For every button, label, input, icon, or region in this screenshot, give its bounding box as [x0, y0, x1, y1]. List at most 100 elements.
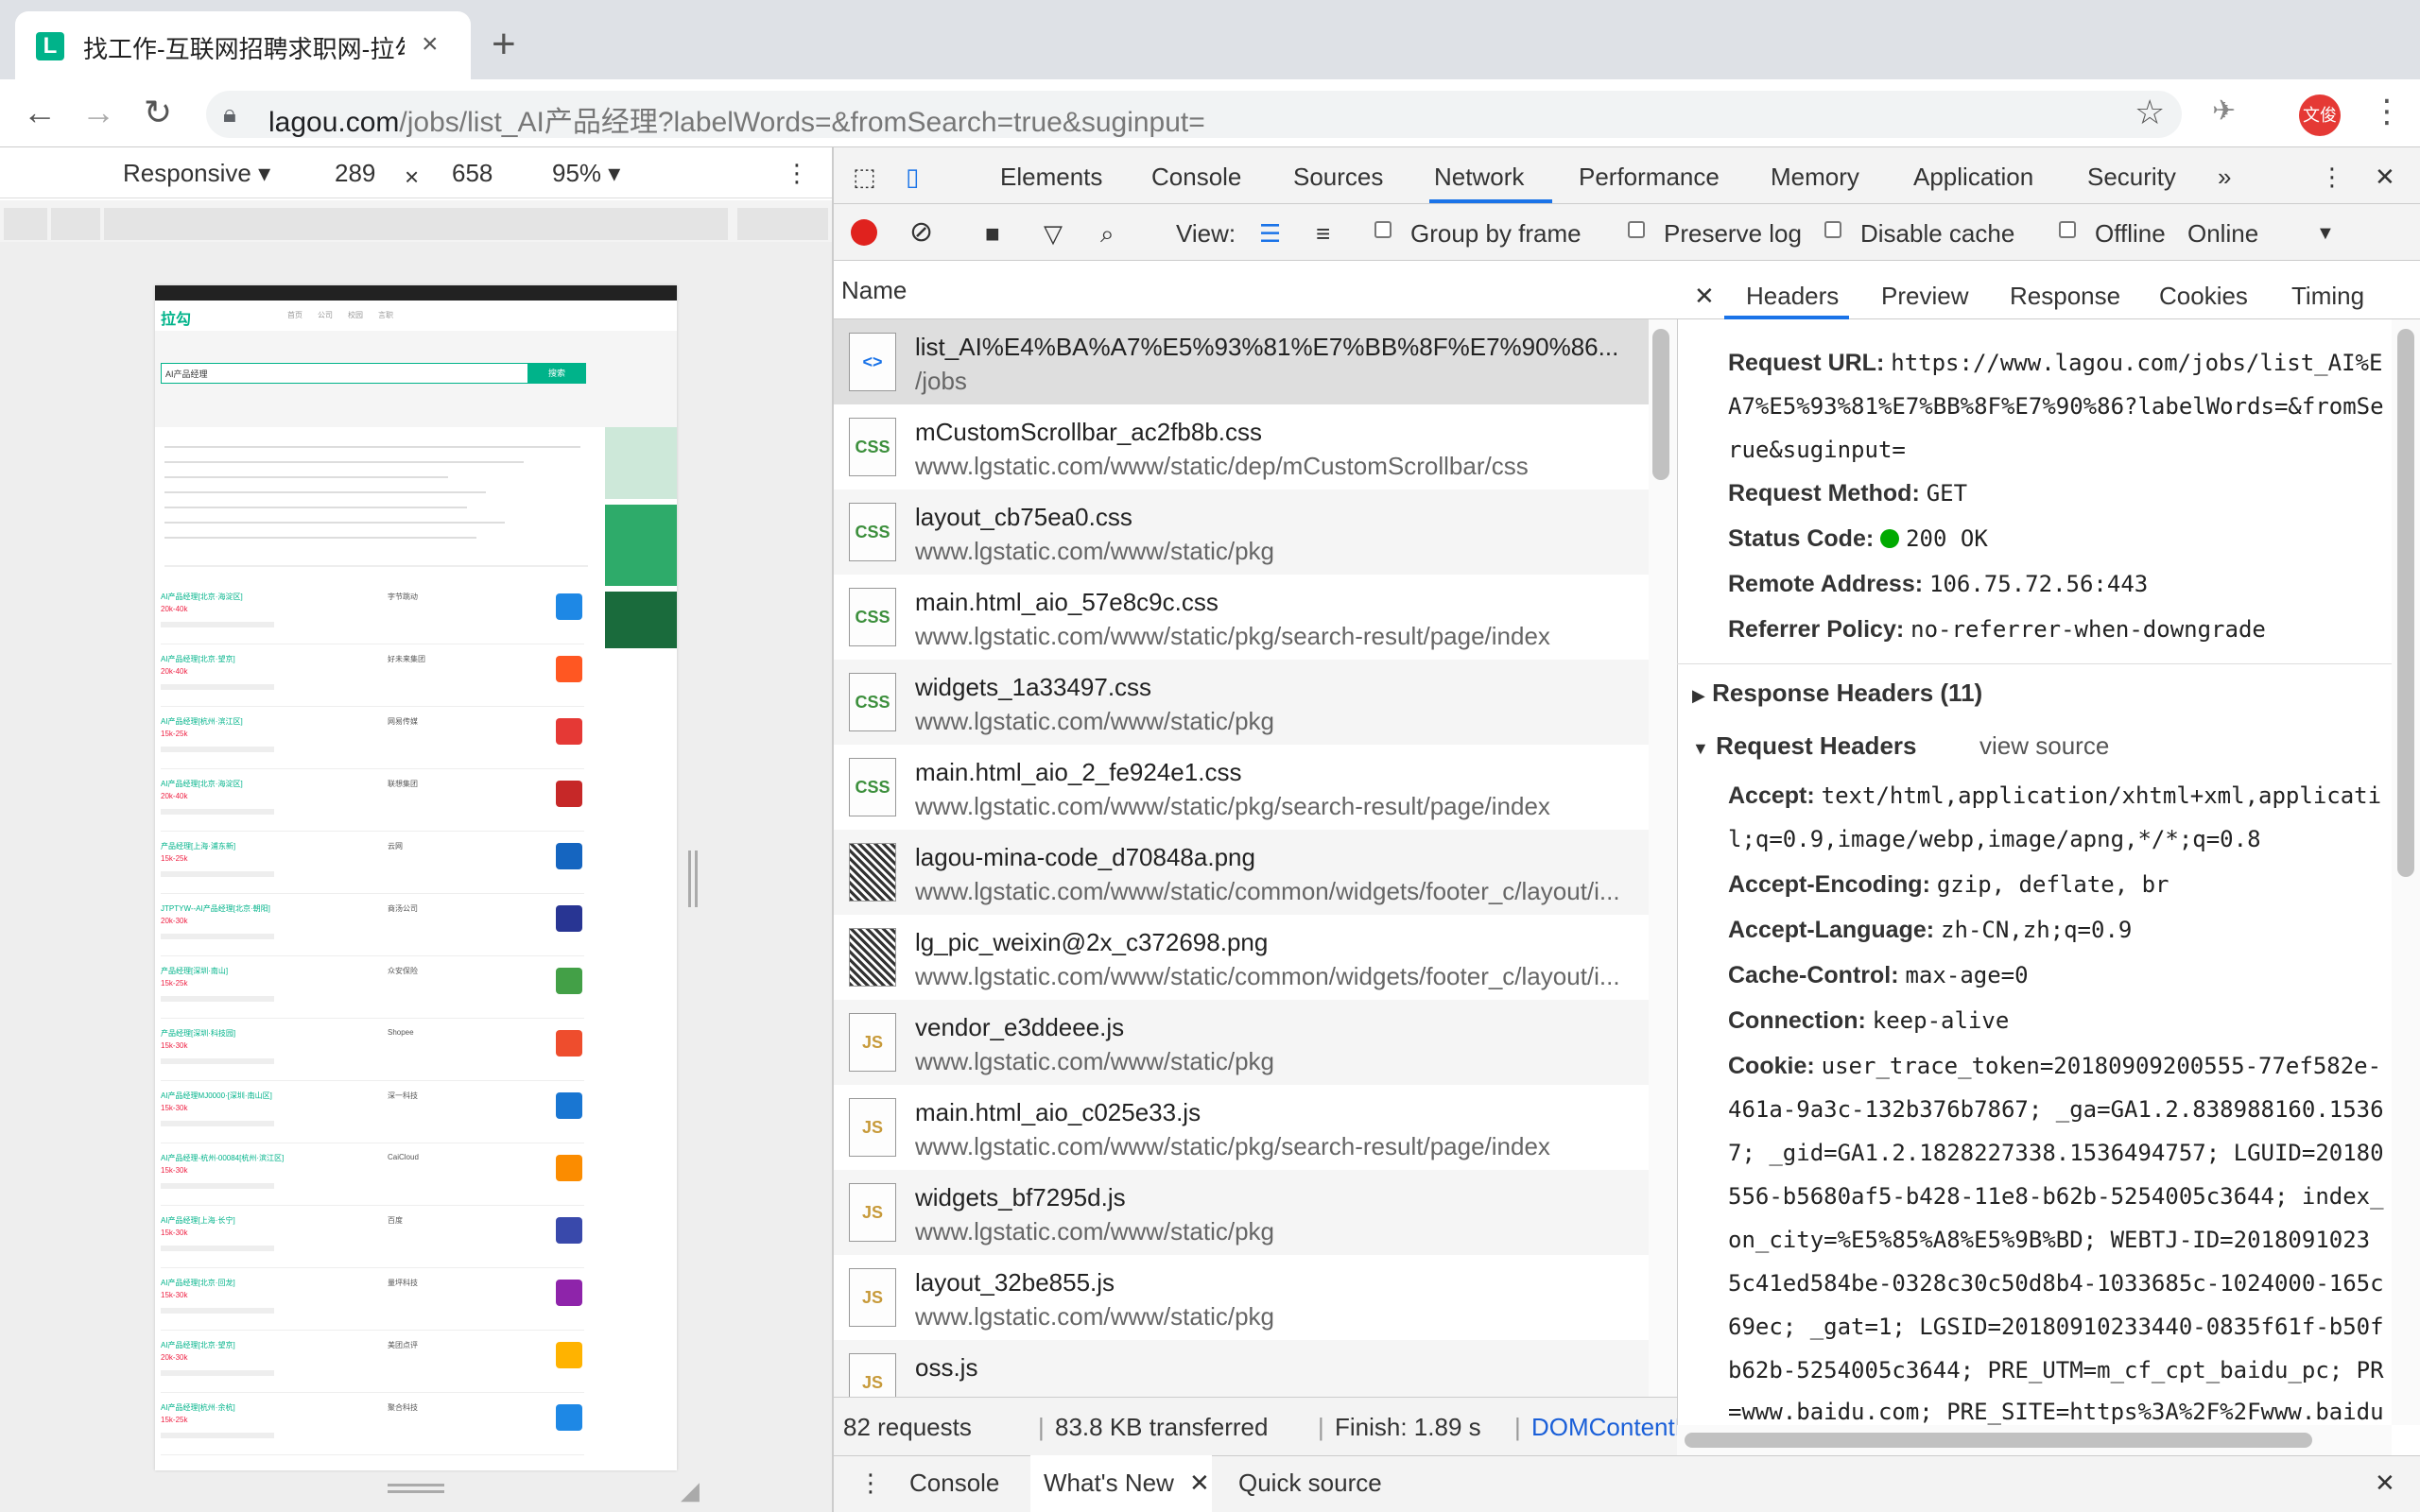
- reload-icon[interactable]: ↻: [144, 93, 172, 132]
- drawer-tab-console[interactable]: Console: [909, 1469, 999, 1498]
- device-mode-select[interactable]: Responsive ▾: [123, 159, 270, 188]
- preview-nav-item[interactable]: 公司: [318, 310, 333, 320]
- filter-row[interactable]: [164, 461, 524, 463]
- detail-horizontal-thumb[interactable]: [1685, 1433, 2312, 1448]
- preview-job-item[interactable]: AI产品经理[北京·回龙] 15k-30k 量坪科技: [161, 1272, 584, 1331]
- company-logo[interactable]: [556, 1030, 582, 1057]
- width-input[interactable]: 289: [335, 159, 375, 188]
- height-input[interactable]: 658: [452, 159, 493, 188]
- drawer-tab-quick-source[interactable]: Quick source: [1238, 1469, 1382, 1498]
- new-tab-icon[interactable]: +: [492, 21, 516, 68]
- offline-label[interactable]: Offline: [2095, 219, 2166, 249]
- lagou-logo[interactable]: 拉勾: [161, 306, 191, 329]
- request-headers-section[interactable]: ▼ Request Headers: [1692, 731, 1916, 761]
- tab-performance[interactable]: Performance: [1579, 163, 1720, 192]
- preview-ad[interactable]: [605, 505, 677, 586]
- request-row[interactable]: <> list_AI%E4%BA%A7%E5%93%81%E7%BB%8F%E7%…: [834, 319, 1649, 404]
- more-tabs-icon[interactable]: »: [2218, 163, 2231, 192]
- sort-bar[interactable]: [164, 565, 588, 567]
- preview-nav-item[interactable]: 言职: [378, 310, 393, 320]
- tab-timing[interactable]: Timing: [2291, 282, 2364, 311]
- company-logo[interactable]: [556, 905, 582, 932]
- ruler-segment[interactable]: [104, 208, 728, 240]
- ruler-segment[interactable]: [737, 208, 828, 240]
- tab-cookies[interactable]: Cookies: [2159, 282, 2248, 311]
- zoom-select[interactable]: 95% ▾: [552, 159, 620, 188]
- filter-row[interactable]: [164, 522, 505, 524]
- drawer-tab-whats-new-label[interactable]: What's New: [1044, 1469, 1174, 1498]
- tab-network[interactable]: Network: [1434, 163, 1524, 192]
- device-more-icon[interactable]: ⋮: [785, 159, 809, 188]
- preview-ad[interactable]: [605, 592, 677, 648]
- waterfall-icon[interactable]: ≡: [1316, 219, 1330, 249]
- corner-resize-icon[interactable]: ◢: [681, 1476, 700, 1505]
- tab-sources[interactable]: Sources: [1293, 163, 1383, 192]
- job-title[interactable]: AI产品经理[杭州·余杭]: [161, 1402, 235, 1413]
- job-company[interactable]: 众安保险: [388, 966, 418, 976]
- device-toggle-icon[interactable]: ▯: [906, 163, 919, 192]
- filter-icon[interactable]: ▽: [1044, 219, 1063, 249]
- request-row[interactable]: JS vendor_e3ddeee.js www.lgstatic.com/www/…: [834, 1000, 1649, 1085]
- large-rows-icon[interactable]: ☰: [1259, 219, 1281, 249]
- company-logo[interactable]: [556, 593, 582, 620]
- filter-row[interactable]: [164, 491, 486, 493]
- job-company[interactable]: 美团点评: [388, 1340, 418, 1350]
- preview-job-item[interactable]: AI产品经理[北京·海淀区] 20k-40k 字节跳动: [161, 586, 584, 644]
- url-text[interactable]: lagou.com/jobs/list_AI产品经理?labelWords=&f…: [268, 98, 1205, 140]
- preview-ad[interactable]: [605, 427, 677, 499]
- throttling-select[interactable]: Online: [2187, 219, 2258, 249]
- back-icon[interactable]: ←: [23, 93, 57, 132]
- job-title[interactable]: JTPTYW--AI产品经理[北京·朝阳]: [161, 903, 270, 914]
- tab-application[interactable]: Application: [1913, 163, 2033, 192]
- job-title[interactable]: AI产品经理[北京·望京]: [161, 1340, 235, 1350]
- company-logo[interactable]: [556, 1280, 582, 1306]
- preview-job-item[interactable]: AI产品经理-杭州-00084[杭州·滨江区] 15k-30k CaiCloud: [161, 1147, 584, 1206]
- job-company[interactable]: 商汤公司: [388, 903, 418, 914]
- job-company[interactable]: 字节跳动: [388, 592, 418, 602]
- job-title[interactable]: 产品经理[深圳·南山]: [161, 966, 228, 976]
- throttling-dropdown-icon[interactable]: ▼: [2316, 223, 2335, 245]
- preview-job-item[interactable]: JTPTYW--AI产品经理[北京·朝阳] 20k-30k 商汤公司: [161, 898, 584, 956]
- company-logo[interactable]: [556, 1404, 582, 1431]
- preview-nav-item[interactable]: 首页: [287, 310, 302, 320]
- filter-row[interactable]: [164, 476, 448, 478]
- job-title[interactable]: AI产品经理[北京·望京]: [161, 654, 235, 664]
- job-company[interactable]: 云网: [388, 841, 403, 851]
- company-logo[interactable]: [556, 968, 582, 994]
- request-row[interactable]: JS main.html_aio_c025e33.js www.lgstatic.c…: [834, 1085, 1649, 1170]
- preview-job-item[interactable]: AI产品经理[北京·望京] 20k-30k 美团点评: [161, 1334, 584, 1393]
- company-logo[interactable]: [556, 1342, 582, 1368]
- job-title[interactable]: AI产品经理[北京·回龙]: [161, 1278, 235, 1288]
- company-logo[interactable]: [556, 1092, 582, 1119]
- request-row[interactable]: CSS main.html_aio_57e8c9c.css www.lgstatic…: [834, 575, 1649, 660]
- preview-job-item[interactable]: AI产品经理[北京·海淀区] 20k-40k 联想集团: [161, 773, 584, 832]
- tab-preview[interactable]: Preview: [1881, 282, 1968, 311]
- company-logo[interactable]: [556, 781, 582, 807]
- job-company[interactable]: Shopee: [388, 1028, 414, 1037]
- group-by-frame-checkbox[interactable]: [1374, 221, 1392, 238]
- request-row[interactable]: JS layout_32be855.js www.lgstatic.com/www/…: [834, 1255, 1649, 1340]
- job-company[interactable]: 百度: [388, 1215, 403, 1226]
- company-logo[interactable]: [556, 1217, 582, 1244]
- job-company[interactable]: 好未来集团: [388, 654, 425, 664]
- viewport-resize-handle[interactable]: [688, 850, 698, 907]
- company-logo[interactable]: [556, 656, 582, 682]
- preview-search-button[interactable]: 搜索: [527, 363, 586, 384]
- request-list-scroll-thumb[interactable]: [1652, 329, 1669, 480]
- ruler-segment[interactable]: [4, 208, 47, 240]
- preview-job-item[interactable]: AI产品经理[杭州·余杭] 15k-25k 聚合科技: [161, 1397, 584, 1455]
- request-row[interactable]: CSS main.html_aio_2_fe924e1.css www.lgstat…: [834, 745, 1649, 830]
- capture-screenshots-icon[interactable]: ■: [985, 219, 1000, 249]
- request-row[interactable]: lg_pic_weixin@2x_c372698.png www.lgstatic…: [834, 915, 1649, 1000]
- offline-checkbox[interactable]: [2059, 221, 2076, 238]
- group-by-frame-label[interactable]: Group by frame: [1410, 219, 1582, 249]
- name-column-header[interactable]: Name: [834, 263, 1677, 319]
- request-row[interactable]: lagou-mina-code_d70848a.png www.lgstatic.…: [834, 830, 1649, 915]
- filter-row[interactable]: [164, 507, 467, 508]
- disable-cache-checkbox[interactable]: [1824, 221, 1841, 238]
- job-company[interactable]: 网易传媒: [388, 716, 418, 727]
- close-whats-new-icon[interactable]: ✕: [1189, 1469, 1210, 1498]
- job-title[interactable]: AI产品经理[杭州·滨江区]: [161, 716, 243, 727]
- ruler-segment[interactable]: [51, 208, 100, 240]
- lock-icon[interactable]: 🔒︎: [223, 99, 236, 129]
